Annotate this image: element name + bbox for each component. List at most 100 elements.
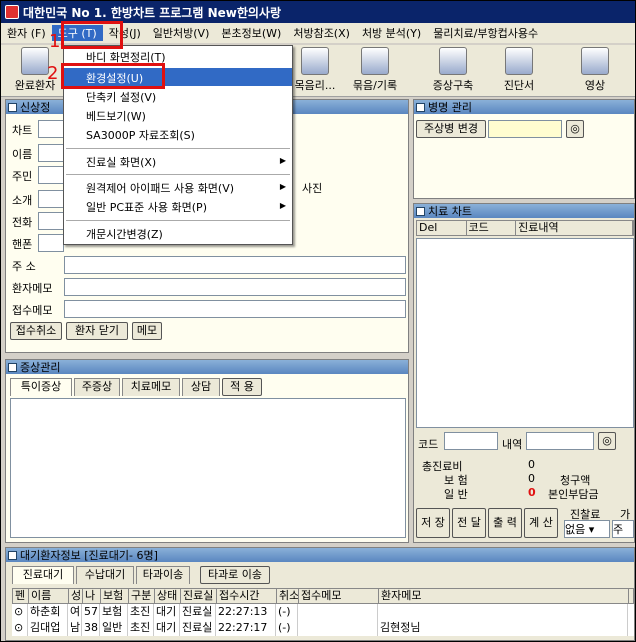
queue-grid-header: 펜 이름 성 나 보험 구분 상태 진료실 접수시간 취소 접수메모 환자메모 <box>12 588 634 604</box>
queue-cell: 초진 <box>128 620 154 636</box>
menu-patient[interactable]: 환자 (F) <box>1 25 52 41</box>
copay-label: 본인부담금 <box>548 488 599 501</box>
menu-prescription-ref[interactable]: 처방참조(X) <box>287 25 356 41</box>
submenu-arrow-icon: ▶ <box>279 182 286 191</box>
title-bar: 대한민국 No 1. 한방차트 프로그램 New한의사랑 <box>1 1 635 23</box>
calculate-button[interactable]: 계 산 <box>524 508 558 538</box>
tab-treatment-memo[interactable]: 치료메모 <box>122 378 180 396</box>
annotation-number-one: 1 <box>49 31 61 52</box>
disease-panel: 병명 관리 주상병 변경 ◎ <box>413 99 635 199</box>
queue-cell <box>298 604 378 620</box>
exam-fee-select[interactable]: 없음 ▾ <box>564 520 610 538</box>
tab-consultation[interactable]: 상담 <box>182 378 220 396</box>
symptom-textarea[interactable] <box>10 398 406 538</box>
certificate-button[interactable]: 진단서 <box>489 47 549 93</box>
name-field[interactable] <box>38 144 64 162</box>
content-input[interactable] <box>526 432 594 450</box>
treatment-panel: 치료 차트 Del 코드 진료내역 코드 내역 ◎ 총진료비 0 보 험 0 청… <box>413 203 635 543</box>
label-phone: 전화 <box>12 216 33 229</box>
queue-cell: 초진 <box>128 604 154 620</box>
tab-waiting[interactable]: 진료대기 <box>12 566 74 584</box>
panel-icon <box>8 102 17 112</box>
tab-main-symptom[interactable]: 주증상 <box>74 378 120 396</box>
image-button[interactable]: 영상 <box>565 47 625 93</box>
symptom-build-button[interactable]: 증상구축 <box>423 47 483 93</box>
menu-item-exam-room[interactable]: 진료실 화면(X) <box>86 154 156 170</box>
time-select[interactable]: 주간 <box>612 520 634 538</box>
general-value: 0 <box>528 486 536 499</box>
queue-cell: 김대업 <box>28 620 68 636</box>
referral-field[interactable] <box>38 190 64 208</box>
plus-icon <box>439 47 467 75</box>
table-row[interactable]: ⊙ 하춘회 여 57 보험 초진 대기 진료실 22:27:13 (-) <box>12 604 634 620</box>
annotation-number-two: 2 <box>47 63 59 84</box>
general-label: 일 반 <box>444 488 468 501</box>
transfer-button[interactable]: 타과로 이송 <box>200 566 270 584</box>
treatment-panel-title: 치료 차트 <box>428 205 472 218</box>
memo-button[interactable]: 메모 <box>132 322 162 340</box>
ssn-field[interactable] <box>38 166 64 184</box>
tab-transfer[interactable]: 타과이송 <box>136 566 190 584</box>
menu-item-ipad-remote[interactable]: 원격제어 아이패드 사용 화면(V) <box>86 180 234 196</box>
divider <box>66 174 290 175</box>
queue-cell: 대기 <box>154 604 180 620</box>
tab-payment[interactable]: 수납대기 <box>76 566 134 584</box>
phone-field[interactable] <box>38 212 64 230</box>
menu-physio[interactable]: 물리치료/부항컵사용수 <box>427 25 544 41</box>
menu-item-sa3000p[interactable]: SA3000P 자료조회(S) <box>86 127 195 143</box>
menu-general-prescription[interactable]: 일반처방(V) <box>147 25 216 41</box>
submenu-arrow-icon: ▶ <box>279 156 286 165</box>
panel-icon <box>416 102 425 112</box>
submenu-arrow-icon: ▶ <box>279 201 286 210</box>
app-window: 대한민국 No 1. 한방차트 프로그램 New한의사랑 환자 (F) 도구 (… <box>0 0 636 642</box>
label-chart: 차트 <box>12 124 33 137</box>
code-input[interactable] <box>444 432 498 450</box>
disease-input[interactable] <box>488 120 562 138</box>
mobile-field[interactable] <box>38 234 64 252</box>
queue-col-8: 접수시간 <box>217 589 277 603</box>
apply-button[interactable]: 적 용 <box>222 378 262 396</box>
bundle-button[interactable]: 목음리... <box>285 47 345 93</box>
menu-herb-info[interactable]: 본초정보(W) <box>215 25 287 41</box>
treatment-grid-header: Del 코드 진료내역 <box>416 220 634 236</box>
menu-item-pc-standard[interactable]: 일반 PC표준 사용 화면(P) <box>86 199 207 215</box>
close-patient-button[interactable]: 환자 닫기 <box>66 322 128 340</box>
queue-cell: 일반 <box>100 620 128 636</box>
bundle-record-button[interactable]: 묶음/기록 <box>345 47 405 93</box>
queue-cell: (-) <box>276 620 298 636</box>
menu-item-shortcut[interactable]: 단축키 설정(V) <box>86 89 156 105</box>
treat-target-icon[interactable]: ◎ <box>598 432 616 450</box>
label-reception-memo: 접수메모 <box>12 304 53 317</box>
queue-cell: 진료실 <box>180 604 216 620</box>
queue-col-9: 취소 <box>279 589 299 603</box>
menu-item-open-time[interactable]: 개문시간변경(Z) <box>86 226 163 242</box>
reception-memo-field[interactable] <box>64 300 406 318</box>
record-icon <box>361 47 389 75</box>
menu-item-bed-view[interactable]: 베드보기(W) <box>86 108 146 124</box>
label-ssn: 주민 <box>12 170 33 183</box>
patient-memo-field[interactable] <box>64 278 406 296</box>
queue-col-4: 보험 <box>101 589 129 603</box>
disease-target-icon[interactable]: ◎ <box>566 120 584 138</box>
chart-field[interactable] <box>38 120 64 138</box>
queue-cell: 진료실 <box>180 620 216 636</box>
tab-special-symptom[interactable]: 특이증상 <box>10 378 72 396</box>
disease-panel-header: 병명 관리 <box>414 100 634 114</box>
treatment-grid[interactable] <box>416 238 634 428</box>
save-button[interactable]: 저 장 <box>416 508 450 538</box>
queue-cell: 김현정님 <box>378 620 628 636</box>
table-row[interactable]: ⊙ 김대업 남 38 일반 초진 대기 진료실 22:27:17 (-) 김현정님 <box>12 620 634 636</box>
menu-prescription-analysis[interactable]: 처방 분석(Y) <box>356 25 427 41</box>
address-field[interactable] <box>64 256 406 274</box>
treatment-panel-header: 치료 차트 <box>414 204 634 218</box>
document-icon <box>301 47 329 75</box>
label-address: 주 소 <box>12 260 36 273</box>
print-button[interactable]: 출 력 <box>488 508 522 538</box>
cancel-reception-button[interactable]: 접수취소 <box>10 322 62 340</box>
total-fee-value: 0 <box>528 458 535 471</box>
deliver-button[interactable]: 전 달 <box>452 508 486 538</box>
window-title: 대한민국 No 1. 한방차트 프로그램 New한의사랑 <box>23 5 281 20</box>
queue-cell: 남 <box>70 620 82 636</box>
main-disease-change-button[interactable]: 주상병 변경 <box>416 120 486 138</box>
certificate-label: 진단서 <box>503 79 535 92</box>
